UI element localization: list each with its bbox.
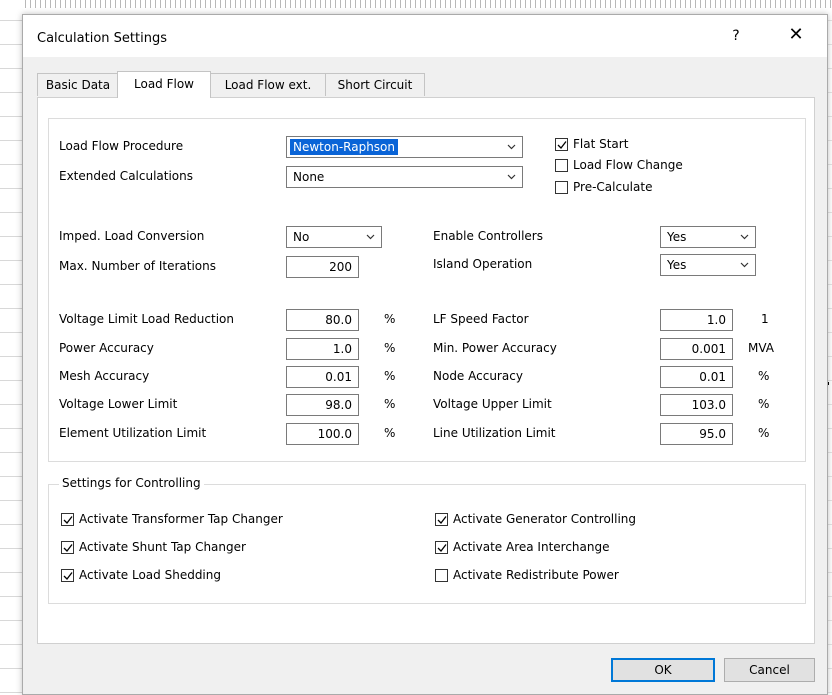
procedure-value: Newton-Raphson <box>290 139 399 155</box>
shunt-tap-checkbox[interactable] <box>61 541 74 554</box>
help-button[interactable]: ? <box>725 25 747 47</box>
area-interchange-label: Activate Area Interchange <box>453 540 610 554</box>
tab-basic-data[interactable]: Basic Data <box>37 73 119 96</box>
chevron-down-icon <box>507 174 516 180</box>
param-unit: % <box>758 369 770 383</box>
lf-change-checkbox[interactable] <box>555 159 568 172</box>
param-input[interactable]: 1.0 <box>660 309 733 331</box>
param-input[interactable]: 98.0 <box>286 394 359 416</box>
chevron-down-icon <box>740 234 749 240</box>
pre-calculate-label: Pre-Calculate <box>573 180 653 194</box>
dialog-title: Calculation Settings <box>37 31 167 46</box>
enable-controllers-value: Yes <box>667 230 687 244</box>
controlling-group: Settings for Controlling Activate Transf… <box>48 476 806 604</box>
flat-start-checkbox[interactable] <box>555 138 568 151</box>
ok-button[interactable]: OK <box>611 658 715 682</box>
checkmark-icon <box>437 544 447 552</box>
param-label: Voltage Limit Load Reduction <box>59 312 234 326</box>
load-flow-group: Load Flow Procedure Newton-Raphson Exten… <box>48 118 806 462</box>
calculation-settings-dialog: Calculation Settings ? ✕ Basic Data Load… <box>22 14 828 695</box>
param-input[interactable]: 0.001 <box>660 338 733 360</box>
param-label: Power Accuracy <box>59 341 154 355</box>
redistribute-power-checkbox[interactable] <box>435 569 448 582</box>
close-button[interactable]: ✕ <box>779 23 813 47</box>
extended-dropdown[interactable]: None <box>286 166 523 188</box>
chevron-down-icon <box>740 262 749 268</box>
load-shedding-label: Activate Load Shedding <box>79 568 221 582</box>
max-iter-label: Max. Number of Iterations <box>59 259 216 273</box>
param-input[interactable]: 103.0 <box>660 394 733 416</box>
chevron-down-icon <box>507 144 516 150</box>
controlling-title: Settings for Controlling <box>59 476 204 490</box>
param-input[interactable]: 1.0 <box>286 338 359 360</box>
area-interchange-checkbox[interactable] <box>435 541 448 554</box>
load-shedding-checkbox[interactable] <box>61 569 74 582</box>
lf-change-label: Load Flow Change <box>573 158 683 172</box>
param-label: Mesh Accuracy <box>59 369 150 383</box>
param-label: Min. Power Accuracy <box>433 341 557 355</box>
imped-conv-label: Imped. Load Conversion <box>59 229 205 243</box>
procedure-dropdown[interactable]: Newton-Raphson <box>286 136 523 158</box>
param-unit: % <box>384 369 396 383</box>
checkmark-icon <box>63 572 73 580</box>
generator-controlling-label: Activate Generator Controlling <box>453 512 637 526</box>
tab-load-flow-ext[interactable]: Load Flow ext. <box>209 73 327 96</box>
param-unit: MVA <box>748 341 775 355</box>
imped-conv-value: No <box>293 230 310 244</box>
param-unit: % <box>384 341 396 355</box>
param-input[interactable]: 80.0 <box>286 309 359 331</box>
param-label: Voltage Lower Limit <box>59 397 178 411</box>
tab-short-circuit[interactable]: Short Circuit <box>325 73 425 96</box>
param-unit: % <box>758 426 770 440</box>
param-label: LF Speed Factor <box>433 312 529 326</box>
title-bar: Calculation Settings ? ✕ <box>23 15 827 57</box>
island-op-dropdown[interactable]: Yes <box>660 254 756 276</box>
param-unit: % <box>758 397 770 411</box>
max-iter-input[interactable]: 200 <box>286 256 359 278</box>
param-input[interactable]: 0.01 <box>660 366 733 388</box>
transformer-tap-checkbox[interactable] <box>61 513 74 526</box>
island-op-value: Yes <box>667 258 687 272</box>
enable-controllers-dropdown[interactable]: Yes <box>660 226 756 248</box>
island-op-label: Island Operation <box>433 257 533 271</box>
checkmark-icon <box>63 516 73 524</box>
flat-start-label: Flat Start <box>573 137 629 151</box>
param-unit: % <box>384 397 396 411</box>
checkmark-icon <box>557 141 567 149</box>
param-unit: % <box>384 312 396 326</box>
generator-controlling-checkbox[interactable] <box>435 513 448 526</box>
param-label: Line Utilization Limit <box>433 426 556 440</box>
chevron-down-icon <box>366 234 375 240</box>
extended-label: Extended Calculations <box>59 169 194 183</box>
redistribute-power-label: Activate Redistribute Power <box>453 568 619 582</box>
param-label: Voltage Upper Limit <box>433 397 552 411</box>
load-flow-panel: Load Flow Procedure Newton-Raphson Exten… <box>37 97 815 644</box>
param-label: Element Utilization Limit <box>59 426 207 440</box>
enable-controllers-label: Enable Controllers <box>433 229 543 243</box>
shunt-tap-label: Activate Shunt Tap Changer <box>79 540 246 554</box>
imped-conv-dropdown[interactable]: No <box>286 226 382 248</box>
extended-value: None <box>293 170 325 184</box>
param-input[interactable]: 0.01 <box>286 366 359 388</box>
param-unit: % <box>384 426 396 440</box>
param-input[interactable]: 100.0 <box>286 423 359 445</box>
checkmark-icon <box>63 544 73 552</box>
background-ruler <box>0 0 832 8</box>
pre-calculate-checkbox[interactable] <box>555 181 568 194</box>
param-input[interactable]: 95.0 <box>660 423 733 445</box>
cancel-button[interactable]: Cancel <box>724 658 815 682</box>
procedure-label: Load Flow Procedure <box>59 139 184 153</box>
transformer-tap-label: Activate Transformer Tap Changer <box>79 512 283 526</box>
param-label: Node Accuracy <box>433 369 523 383</box>
background-left-strip <box>0 0 22 693</box>
checkmark-icon <box>437 516 447 524</box>
tab-load-flow[interactable]: Load Flow <box>117 71 211 98</box>
param-unit: 1 <box>761 312 769 326</box>
